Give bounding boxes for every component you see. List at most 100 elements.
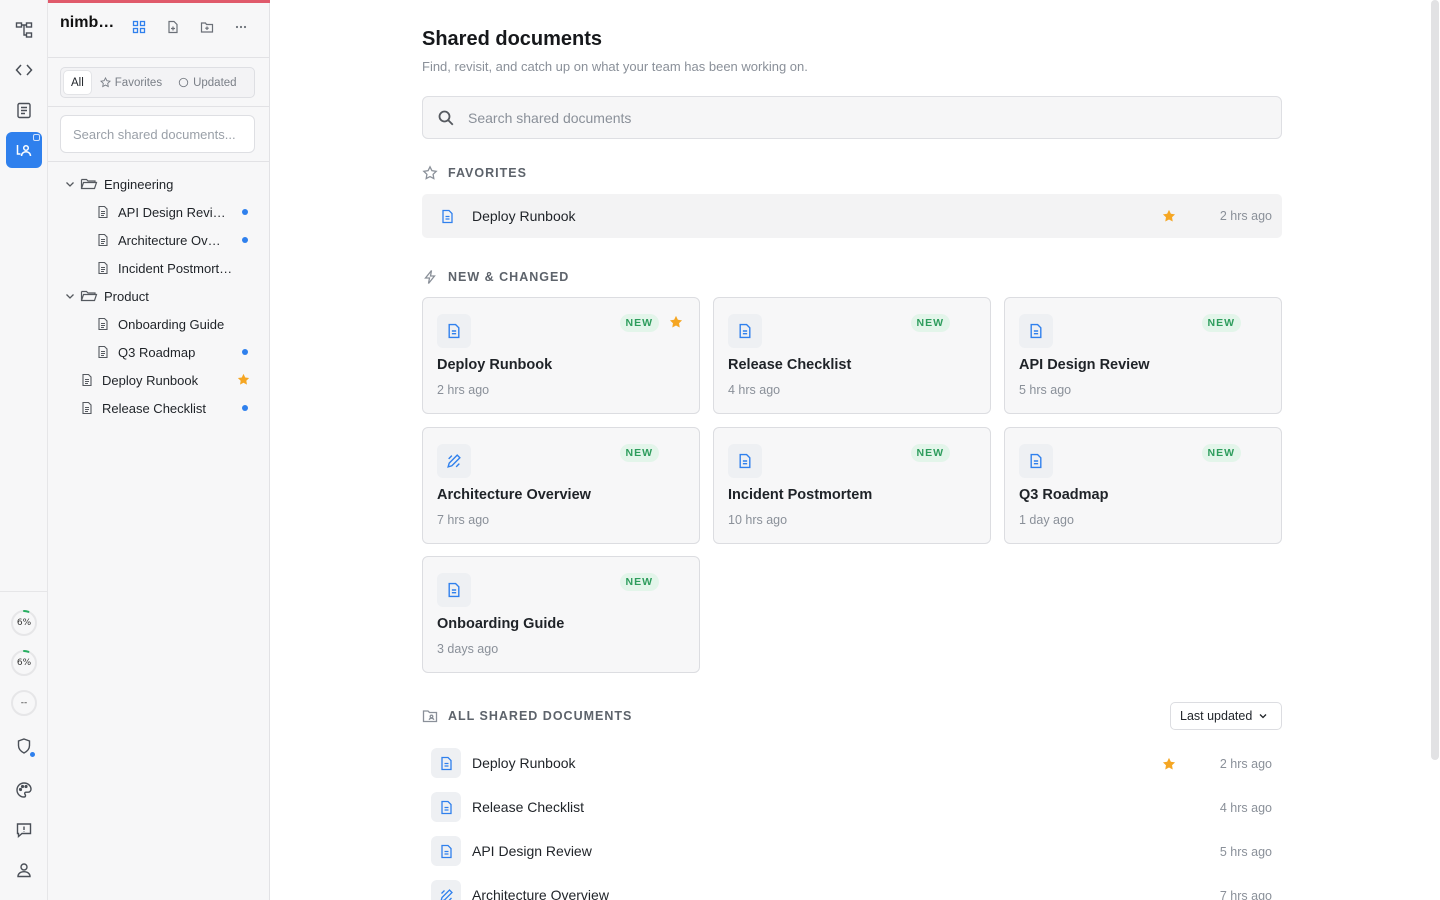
doc-icon [435, 204, 459, 228]
file-icon [98, 317, 108, 331]
sidebar-divider [48, 161, 270, 162]
tree-folder-engineering[interactable]: Engineering [64, 172, 244, 196]
card-release-checklist[interactable]: NEW Release Checklist 4 hrs ago [713, 297, 991, 414]
sidebar-divider [48, 57, 270, 58]
new-badge: NEW [619, 573, 659, 591]
main-search-input[interactable] [455, 97, 1281, 138]
palette-icon[interactable] [6, 772, 42, 808]
sidebar-divider [48, 106, 270, 107]
new-file-icon[interactable] [163, 17, 183, 37]
new-changed-heading: NEW & CHANGED [422, 267, 569, 287]
chevron-down-icon [1259, 714, 1267, 719]
status-dot [30, 752, 35, 757]
tree-item-api-design-review[interactable]: API Design Review [96, 200, 226, 224]
updated-dot [242, 349, 248, 355]
usage-meter-2[interactable]: 6% [9, 648, 39, 678]
card-q3-roadmap[interactable]: NEW Q3 Roadmap 1 day ago [1004, 427, 1282, 544]
circle-icon [178, 77, 189, 88]
drawing-icon [437, 444, 471, 478]
doc-icon [437, 573, 471, 607]
chevron-down-icon [66, 182, 74, 187]
doc-icon [1019, 444, 1053, 478]
workspace-title[interactable]: nimbus [60, 14, 116, 32]
list-row-architecture-overview[interactable]: Architecture Overview 7 hrs ago [422, 873, 1282, 900]
file-icon [98, 233, 108, 247]
list-row-deploy-runbook[interactable]: Deploy Runbook 2 hrs ago [422, 741, 1282, 785]
feedback-icon[interactable] [6, 812, 42, 848]
usage-meter-3[interactable]: -- [9, 688, 39, 718]
chevron-down-icon [66, 294, 74, 299]
clipboard-icon[interactable] [6, 92, 42, 128]
tree-item-release-checklist[interactable]: Release Checklist [80, 396, 220, 420]
sidebar-search-input[interactable] [60, 115, 255, 153]
sidebar-accent-bar [48, 0, 270, 3]
favorites-heading: FAVORITES [422, 163, 527, 183]
card-incident-postmortem[interactable]: NEW Incident Postmortem 10 hrs ago [713, 427, 991, 544]
updated-dot [242, 209, 248, 215]
main-content: Shared documents Find, revisit, and catc… [271, 0, 1440, 900]
new-badge: NEW [1201, 444, 1241, 462]
sidebar: nimbus All Favorites Updated Engineering [48, 0, 270, 900]
doc-icon [431, 792, 461, 822]
doc-icon [728, 314, 762, 348]
filter-updated[interactable]: Updated [171, 71, 243, 94]
tree-item-architecture-overview[interactable]: Architecture Overview [96, 228, 226, 252]
folder-open-icon [80, 178, 98, 190]
new-badge: NEW [910, 444, 950, 462]
filter-all[interactable]: All [64, 71, 91, 94]
list-row-release-checklist[interactable]: Release Checklist 4 hrs ago [422, 785, 1282, 829]
doc-icon [431, 836, 461, 866]
tree-item-onboarding-guide[interactable]: Onboarding Guide [96, 312, 236, 336]
sort-select[interactable]: Last updated [1170, 702, 1282, 730]
code-icon[interactable] [6, 52, 42, 88]
diagram-icon[interactable] [6, 12, 42, 48]
tree-folder-product[interactable]: Product [64, 284, 244, 308]
new-folder-icon[interactable] [197, 17, 217, 37]
page-title: Shared documents [422, 28, 603, 50]
filter-favorites[interactable]: Favorites [93, 71, 169, 94]
new-badge: NEW [619, 314, 659, 332]
new-badge: NEW [1201, 314, 1241, 332]
star-icon[interactable] [669, 315, 683, 329]
file-icon [82, 373, 92, 387]
doc-icon [431, 748, 461, 778]
new-badge: NEW [619, 444, 659, 462]
doc-icon [728, 444, 762, 478]
main-search [422, 96, 1282, 139]
drawing-icon [431, 880, 461, 900]
list-row-api-design-review[interactable]: API Design Review 5 hrs ago [422, 829, 1282, 873]
user-icon[interactable] [6, 852, 42, 888]
activity-rail: 6% 6% -- [0, 0, 48, 900]
card-api-design-review[interactable]: NEW API Design Review 5 hrs ago [1004, 297, 1282, 414]
file-icon [82, 401, 92, 415]
doc-icon [1019, 314, 1053, 348]
star-icon[interactable] [1162, 209, 1176, 223]
shared-docs-icon[interactable] [6, 132, 42, 168]
tree-item-deploy-runbook[interactable]: Deploy Runbook [80, 368, 220, 392]
shield-icon[interactable] [6, 728, 42, 764]
search-icon [438, 110, 454, 125]
favorite-item-deploy-runbook[interactable]: Deploy Runbook 2 hrs ago [422, 194, 1282, 238]
more-icon[interactable] [231, 17, 251, 37]
tree-item-incident-postmortem[interactable]: Incident Postmortem [96, 256, 236, 280]
file-icon [98, 205, 108, 219]
star-icon[interactable] [1162, 757, 1176, 771]
file-icon [98, 261, 108, 275]
usage-meter-1[interactable]: 6% [9, 608, 39, 638]
scrollbar-thumb[interactable] [1431, 0, 1439, 760]
star-icon[interactable] [237, 373, 250, 386]
card-onboarding-guide[interactable]: NEW Onboarding Guide 3 days ago [422, 556, 700, 673]
star-outline-icon [99, 77, 111, 88]
lightning-icon [424, 270, 436, 284]
all-docs-heading: ALL SHARED DOCUMENTS [422, 706, 632, 726]
grid-icon[interactable] [129, 17, 149, 37]
notification-badge [33, 134, 40, 141]
filter-segmented-control: All Favorites Updated [60, 67, 255, 98]
star-outline-icon [422, 165, 438, 180]
card-architecture-overview[interactable]: NEW Architecture Overview 7 hrs ago [422, 427, 700, 544]
card-deploy-runbook[interactable]: NEW Deploy Runbook 2 hrs ago [422, 297, 700, 414]
doc-icon [437, 314, 471, 348]
updated-dot [242, 237, 248, 243]
tree-item-q3-roadmap[interactable]: Q3 Roadmap [96, 340, 226, 364]
page-subtitle: Find, revisit, and catch up on what your… [422, 59, 808, 74]
